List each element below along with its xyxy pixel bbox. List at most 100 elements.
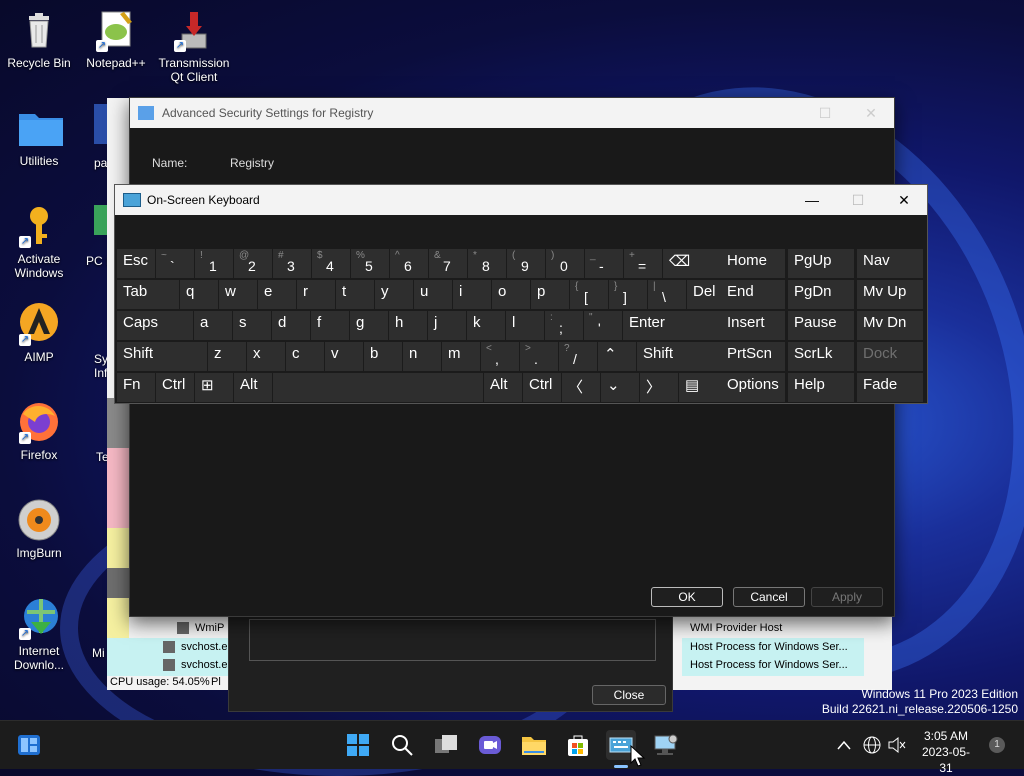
key-char-sym[interactable]: {[	[570, 280, 608, 309]
key-shift[interactable]: Shift	[637, 342, 723, 371]
key-nav[interactable]: Nav	[857, 249, 923, 278]
key-char-sym[interactable]: }]	[609, 280, 647, 309]
key-enter[interactable]: Enter	[623, 311, 723, 340]
key-up-arrow[interactable]: ⌃	[598, 342, 636, 371]
chat-icon[interactable]	[475, 730, 505, 760]
desktop-icon-firefox[interactable]: ↗ Firefox	[1, 400, 77, 462]
key-ctrl[interactable]: Ctrl	[523, 373, 561, 402]
key-char-r[interactable]: r	[297, 280, 335, 309]
key-char-c[interactable]: c	[286, 342, 324, 371]
key-fade[interactable]: Fade	[857, 373, 923, 402]
notification-badge[interactable]: 1	[989, 737, 1005, 753]
key-left-arrow[interactable]: 〈	[562, 373, 600, 402]
key-caps-lock[interactable]: Caps	[117, 311, 193, 340]
key-scrlk[interactable]: ScrLk	[788, 342, 854, 371]
key-pgup[interactable]: PgUp	[788, 249, 854, 278]
start-button-icon[interactable]	[343, 730, 373, 760]
search-icon[interactable]	[387, 730, 417, 760]
network-app-icon[interactable]	[651, 730, 681, 760]
key-mv-up[interactable]: Mv Up	[857, 280, 923, 309]
key-esc[interactable]: Esc	[117, 249, 155, 278]
key-char-k[interactable]: k	[467, 311, 505, 340]
key-shift[interactable]: Shift	[117, 342, 207, 371]
key-alt[interactable]: Alt	[484, 373, 522, 402]
key-home[interactable]: Home	[721, 249, 785, 278]
key-options[interactable]: Options	[721, 373, 785, 402]
key-char-h[interactable]: h	[389, 311, 427, 340]
process-row[interactable]: svchost.e	[163, 638, 227, 656]
maximize-icon[interactable]: ☐	[802, 98, 848, 128]
clock[interactable]: 3:05 AM 2023-05-31	[916, 728, 976, 776]
key-alt[interactable]: Alt	[234, 373, 272, 402]
apply-button[interactable]: Apply	[811, 587, 883, 607]
close-icon[interactable]: ✕	[881, 185, 927, 215]
key-char-7[interactable]: & 7	[429, 249, 467, 278]
key-char-sym[interactable]: ~ `	[156, 249, 194, 278]
chevron-up-icon[interactable]	[829, 730, 859, 760]
key-char-a[interactable]: a	[194, 311, 232, 340]
key-char-sym[interactable]: >.	[520, 342, 558, 371]
key-char-o[interactable]: o	[492, 280, 530, 309]
volume-muted-icon[interactable]	[882, 730, 912, 760]
key-right-arrow[interactable]: 〉	[640, 373, 678, 402]
process-row[interactable]: WmiP	[177, 619, 224, 637]
minimize-icon[interactable]: —	[789, 185, 835, 215]
key-char-8[interactable]: * 8	[468, 249, 506, 278]
key-insert[interactable]: Insert	[721, 311, 785, 340]
desktop-icon-utilities[interactable]: Utilities	[1, 106, 77, 168]
key-char-5[interactable]: % 5	[351, 249, 389, 278]
file-explorer-icon[interactable]	[519, 730, 549, 760]
key-char-9[interactable]: (9	[507, 249, 545, 278]
key-char-q[interactable]: q	[180, 280, 218, 309]
key-char-u[interactable]: u	[414, 280, 452, 309]
widgets-icon[interactable]	[14, 730, 44, 760]
close-button[interactable]: Close	[592, 685, 666, 705]
key-char-j[interactable]: j	[428, 311, 466, 340]
key-end[interactable]: End	[721, 280, 785, 309]
key-char-s[interactable]: s	[233, 311, 271, 340]
key-char-sym[interactable]: + =	[624, 249, 662, 278]
key-char-x[interactable]: x	[247, 342, 285, 371]
key-char-l[interactable]: l	[506, 311, 544, 340]
key-space[interactable]	[273, 373, 483, 402]
key-prtscn[interactable]: PrtScn	[721, 342, 785, 371]
key-char-t[interactable]: t	[336, 280, 374, 309]
key-char-1[interactable]: ! 1	[195, 249, 233, 278]
close-icon[interactable]: ✕	[848, 98, 894, 128]
cancel-button[interactable]: Cancel	[733, 587, 805, 607]
key-char-z[interactable]: z	[208, 342, 246, 371]
key-help[interactable]: Help	[788, 373, 854, 402]
key-char-f[interactable]: f	[311, 311, 349, 340]
key-char-6[interactable]: ^ 6	[390, 249, 428, 278]
key-char-n[interactable]: n	[403, 342, 441, 371]
process-row[interactable]: svchost.e	[163, 656, 227, 674]
key-ctrl[interactable]: Ctrl	[156, 373, 194, 402]
key-char-i[interactable]: i	[453, 280, 491, 309]
microsoft-store-icon[interactable]	[563, 730, 593, 760]
key-char-e[interactable]: e	[258, 280, 296, 309]
key-char-2[interactable]: @2	[234, 249, 272, 278]
key-char-sym[interactable]: | \	[648, 280, 686, 309]
desktop-icon-internet-download[interactable]: ↗ Internet Downlo...	[1, 596, 77, 672]
ok-button[interactable]: OK	[651, 587, 723, 607]
key-char-sym[interactable]: ? /	[559, 342, 597, 371]
key-char-y[interactable]: y	[375, 280, 413, 309]
key-mv-dn[interactable]: Mv Dn	[857, 311, 923, 340]
desktop-icon-activate-windows[interactable]: ↗ Activate Windows	[1, 204, 77, 280]
desktop-icon-transmission[interactable]: ↗ Transmission Qt Client	[156, 8, 232, 84]
key-char-sym[interactable]: _ -	[585, 249, 623, 278]
key-char-b[interactable]: b	[364, 342, 402, 371]
key-backspace[interactable]: ⌫	[663, 249, 725, 278]
key-pgdn[interactable]: PgDn	[788, 280, 854, 309]
key-down-arrow[interactable]: ⌄	[601, 373, 639, 402]
minimize-icon[interactable]	[756, 98, 802, 128]
desktop-icon-recycle-bin[interactable]: Recycle Bin	[1, 8, 77, 70]
key-char-sym[interactable]: :;	[545, 311, 583, 340]
key-char-w[interactable]: w	[219, 280, 257, 309]
key-fn[interactable]: Fn	[117, 373, 155, 402]
key-char-p[interactable]: p	[531, 280, 569, 309]
desktop-icon-imgburn[interactable]: ImgBurn	[1, 498, 77, 560]
key-char-m[interactable]: m	[442, 342, 480, 371]
key-char-sym[interactable]: " '	[584, 311, 622, 340]
desktop-icon-notepadpp[interactable]: ↗ Notepad++	[78, 8, 154, 70]
